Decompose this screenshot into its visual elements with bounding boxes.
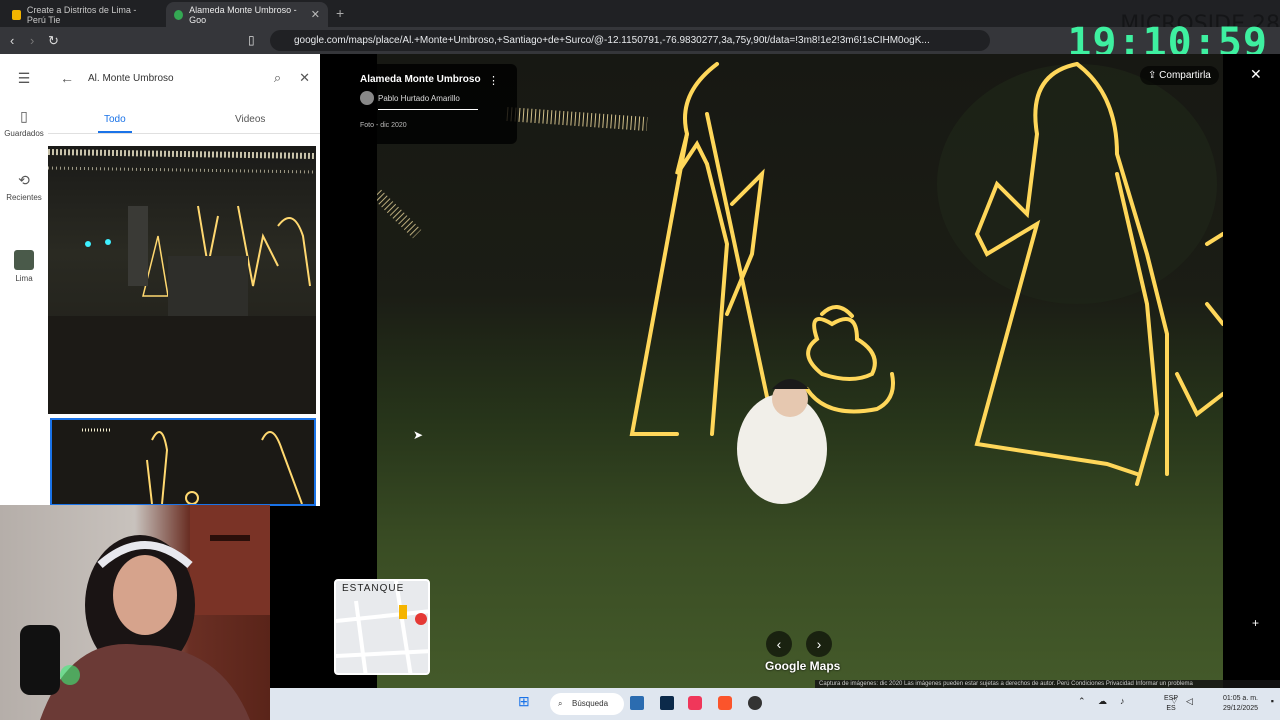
photo-viewer: Alameda Monte Umbroso ⋮ Pablo Hurtado Am… (320, 54, 1280, 688)
tab-videos[interactable]: Videos (235, 114, 265, 125)
share-label: Compartirla (1159, 70, 1211, 81)
avatar (360, 91, 374, 105)
rail-label: Lima (15, 274, 33, 283)
bookmark-icon: ▯ (20, 108, 28, 124)
rail-item-recent[interactable]: ⟲ Recientes (0, 172, 48, 202)
lima-thumbnail-icon (14, 250, 34, 270)
taskbar-search-label: Búsqueda (572, 699, 609, 708)
brave-icon[interactable] (718, 696, 732, 710)
minimap-label: ESTANQUE (342, 583, 405, 594)
tab-all[interactable]: Todo (98, 114, 132, 133)
zoom-in-icon[interactable]: + (1252, 616, 1259, 630)
maps-side-rail: ☰ ▯ Guardados ⟲ Recientes Lima (0, 54, 48, 506)
taskbar-search[interactable]: ⌕ Búsqueda (550, 693, 624, 715)
browser-tab-maps[interactable]: Alameda Monte Umbroso - Goo ✕ (166, 2, 328, 27)
new-tab-icon[interactable]: + (336, 5, 344, 21)
reload-icon[interactable]: ↻ (48, 33, 59, 49)
store-icon[interactable] (630, 696, 644, 710)
author-row[interactable]: Pablo Hurtado Amarillo (360, 91, 509, 105)
attribution-bar[interactable]: Captura de imágenes: dic 2020 Las imágen… (815, 680, 1280, 688)
search-input[interactable]: Al. Monte Umbroso (88, 73, 274, 84)
webcam-overlay (0, 505, 270, 720)
clock-tray[interactable]: 01:05 a. m. 29/12/2025 (1223, 694, 1258, 714)
streamer-image (20, 505, 270, 720)
browser-tab-distritos[interactable]: Create a Distritos de Lima - Perú Tie (4, 2, 164, 27)
place-title[interactable]: Alameda Monte Umbroso (360, 74, 509, 85)
search-icon[interactable]: ⌕ (274, 70, 281, 86)
divider (378, 109, 478, 110)
rail-item-saved[interactable]: ▯ Guardados (0, 108, 48, 138)
tab-title: Create a Distritos de Lima - Perú Tie (26, 4, 137, 25)
tray-date: 29/12/2025 (1222, 705, 1258, 712)
search-box[interactable]: ← Al. Monte Umbroso ⌕ ✕ (60, 64, 310, 92)
rail-label: Recientes (6, 193, 42, 202)
tab-title: Alameda Monte Umbroso - Goo (189, 4, 297, 25)
share-button[interactable]: ⇪ Compartirla (1140, 66, 1219, 85)
close-viewer-icon[interactable]: ✕ (1250, 66, 1262, 83)
mini-map[interactable]: ESTANQUE (334, 579, 430, 675)
back-arrow-icon[interactable]: ← (60, 70, 74, 86)
history-icon: ⟲ (18, 172, 30, 188)
photo-thumbnail[interactable] (48, 146, 316, 414)
forward-icon[interactable]: › (30, 33, 34, 48)
minimap-streets (336, 581, 428, 673)
menu-icon: ☰ (17, 70, 31, 86)
rail-item-lima[interactable]: Lima (0, 250, 48, 283)
photo-thumbnail-selected[interactable] (50, 418, 316, 506)
volume-icon[interactable]: ◁ (1186, 696, 1193, 707)
clear-icon[interactable]: ✕ (299, 70, 310, 86)
notification-icon[interactable]: ▪ (1271, 696, 1274, 706)
rail-label: Guardados (4, 129, 44, 138)
wifi-icon[interactable]: ⌔ (1170, 696, 1178, 707)
more-options-icon[interactable]: ⋮ (488, 74, 499, 87)
music-icon[interactable] (688, 696, 702, 710)
url-field[interactable]: google.com/maps/place/Al.+Monte+Umbroso,… (270, 30, 990, 51)
back-icon[interactable]: ‹ (10, 33, 14, 48)
cloud-icon[interactable]: ☁ (1098, 696, 1107, 707)
share-icon: ⇪ (1148, 70, 1160, 81)
menu-button[interactable]: ☰ (0, 70, 48, 91)
tray-chevron-icon[interactable]: ⌃ (1078, 696, 1086, 707)
photo-info-card: Alameda Monte Umbroso ⋮ Pablo Hurtado Am… (352, 64, 517, 144)
mouse-cursor-icon: ➤ (413, 428, 424, 442)
google-maps-logo: Google Maps (765, 659, 841, 673)
photo-date: Foto - dic 2020 (360, 122, 407, 129)
photoshop-icon[interactable] (660, 696, 674, 710)
next-photo-button[interactable]: › (806, 631, 832, 657)
tray-time: 01:05 a. m. (1222, 695, 1258, 702)
close-tab-icon[interactable]: ✕ (311, 8, 320, 21)
windows-start-icon[interactable]: ⊞ (518, 693, 530, 710)
obs-icon[interactable] (748, 696, 762, 710)
photos-panel: ← Al. Monte Umbroso ⌕ ✕ Todo Videos (48, 54, 320, 506)
search-icon: ⌕ (558, 699, 563, 708)
author-name: Pablo Hurtado Amarillo (378, 93, 460, 103)
photo-tabs: Todo Videos (48, 106, 320, 134)
street-photo (377, 54, 1223, 688)
nativity-lights-image (377, 62, 1223, 504)
windows-taskbar: ⊞ ⌕ Búsqueda ⌃ ☁ ♪ ESP ES ⌔ ◁ 01:05 a. m… (270, 688, 1280, 720)
mic-icon[interactable]: ♪ (1120, 696, 1125, 706)
bookmark-icon[interactable]: ▯ (248, 33, 255, 47)
previous-photo-button[interactable]: ‹ (766, 631, 792, 657)
thumbnail-image (48, 149, 316, 414)
thumbnail-image (82, 428, 303, 504)
maps-favicon-icon (174, 9, 184, 20)
tab-favicon-icon (12, 9, 21, 20)
